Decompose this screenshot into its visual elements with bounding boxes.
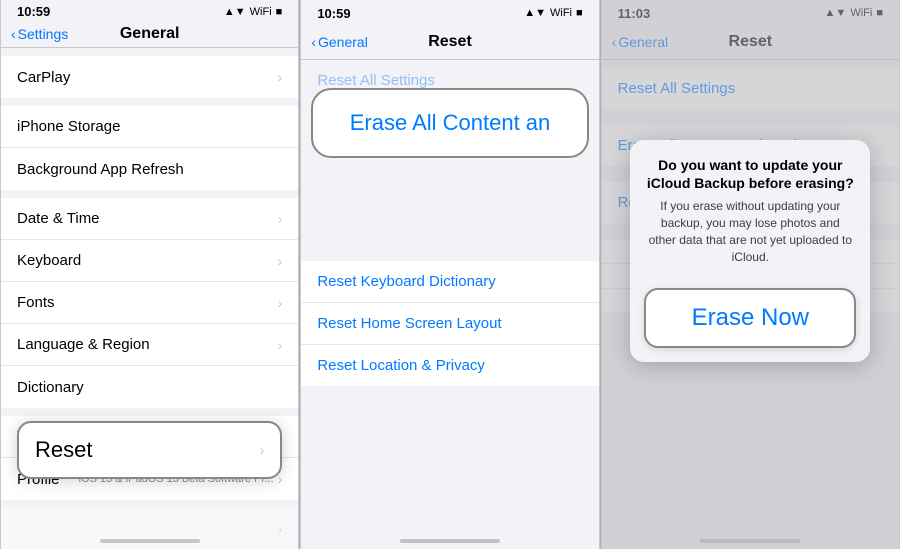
language-region-chevron-icon: ›	[278, 337, 283, 353]
fonts-label: Fonts	[17, 294, 55, 311]
alert-body: If you erase without updating your backu…	[646, 198, 854, 265]
list-item-fonts[interactable]: Fonts ›	[1, 282, 298, 324]
screen2-status-bar: 10:59 ▲▼ WiFi ■	[301, 0, 598, 24]
keyboard-chevron-icon: ›	[278, 253, 283, 269]
background-app-refresh-label: Background App Refresh	[17, 161, 184, 178]
screen2-content: Reset All Settings Erase All Content an …	[301, 60, 598, 549]
erase-now-label: Erase Now	[692, 304, 809, 331]
back-chevron-icon: ‹	[11, 26, 16, 42]
screen1-section2: iPhone Storage Background App Refresh	[1, 106, 298, 190]
list-item-date-time[interactable]: Date & Time ›	[1, 198, 298, 240]
alert-title: Do you want to update your iCloud Backup…	[646, 156, 854, 192]
screen1-nav-bar: ‹ Settings General	[1, 21, 298, 48]
screen1-back-button[interactable]: ‹ Settings	[11, 26, 68, 42]
date-time-label: Date & Time	[17, 210, 100, 227]
back-chevron-icon: ‹	[311, 34, 316, 50]
dictionary-label: Dictionary	[17, 379, 84, 396]
screen1-back-label: Settings	[18, 26, 69, 42]
keyboard-label: Keyboard	[17, 252, 81, 269]
screen1-section3: Date & Time › Keyboard › Fonts › Languag…	[1, 198, 298, 408]
battery-icon: ■	[276, 6, 283, 18]
signal-icon: ▲▼	[524, 7, 546, 19]
screen2-title: Reset	[428, 33, 472, 51]
screen2-status-icons: ▲▼ WiFi ■	[524, 7, 582, 19]
reset-chevron-icon: ›	[260, 442, 265, 458]
blank1-chevron-icon: ›	[278, 521, 283, 537]
reset-options-section: Reset Keyboard Dictionary Reset Home Scr…	[301, 261, 598, 386]
fonts-chevron-icon: ›	[278, 295, 283, 311]
screen2: 10:59 ▲▼ WiFi ■ ‹ General Reset Reset Al…	[300, 0, 599, 549]
screen2-nav-bar: ‹ General Reset	[301, 24, 598, 60]
carplay-label: CarPlay	[17, 69, 70, 86]
screen1-title: General	[120, 25, 180, 43]
screen2-time: 10:59	[317, 6, 350, 21]
screen2-back-button[interactable]: ‹ General	[311, 34, 367, 50]
reset-home-label: Reset Home Screen Layout	[317, 315, 501, 332]
list-item-carplay[interactable]: CarPlay ›	[1, 56, 298, 98]
list-item-iphone-storage[interactable]: iPhone Storage	[1, 106, 298, 148]
carplay-chevron-icon: ›	[278, 69, 283, 85]
reset-keyboard-dictionary[interactable]: Reset Keyboard Dictionary	[301, 261, 598, 303]
screen1-time: 10:59	[17, 4, 50, 19]
battery-icon: ■	[576, 7, 583, 19]
erase-highlight-button[interactable]: Erase All Content an	[311, 88, 588, 158]
list-item-language-region[interactable]: Language & Region ›	[1, 324, 298, 366]
screen3: 11:03 ▲▼ WiFi ■ ‹ General Reset Reset Al…	[601, 0, 900, 549]
alert-content: Do you want to update your iCloud Backup…	[630, 140, 870, 278]
screen1-home-indicator	[100, 539, 200, 543]
wifi-icon: WiFi	[550, 7, 572, 19]
wifi-icon: WiFi	[250, 6, 272, 18]
reset-home-screen[interactable]: Reset Home Screen Layout	[301, 303, 598, 345]
screen2-home-indicator	[400, 539, 500, 543]
reset-label: Reset	[35, 437, 92, 463]
alert-overlay: Do you want to update your iCloud Backup…	[602, 0, 899, 549]
alert-box: Do you want to update your iCloud Backup…	[630, 140, 870, 362]
reset-location-label: Reset Location & Privacy	[317, 357, 485, 374]
screen1: 10:59 ▲▼ WiFi ■ ‹ Settings General CarPl…	[0, 0, 299, 549]
screen1-status-bar: 10:59 ▲▼ WiFi ■	[1, 0, 298, 21]
date-time-chevron-icon: ›	[278, 211, 283, 227]
erase-now-button[interactable]: Erase Now	[644, 288, 856, 348]
erase-label: Erase All Content an	[350, 110, 551, 136]
screen2-back-label: General	[318, 34, 368, 50]
reset-keyboard-label: Reset Keyboard Dictionary	[317, 273, 495, 290]
list-item-background-app-refresh[interactable]: Background App Refresh	[1, 148, 298, 190]
language-region-label: Language & Region	[17, 336, 150, 353]
list-item-keyboard[interactable]: Keyboard ›	[1, 240, 298, 282]
signal-icon: ▲▼	[224, 6, 246, 18]
reset-location-privacy[interactable]: Reset Location & Privacy	[301, 345, 598, 386]
screen1-section1: CarPlay ›	[1, 56, 298, 98]
reset-highlight-button[interactable]: Reset ›	[17, 421, 282, 479]
list-item-dictionary[interactable]: Dictionary	[1, 366, 298, 408]
iphone-storage-label: iPhone Storage	[17, 118, 120, 135]
screen1-status-icons: ▲▼ WiFi ■	[224, 6, 282, 18]
